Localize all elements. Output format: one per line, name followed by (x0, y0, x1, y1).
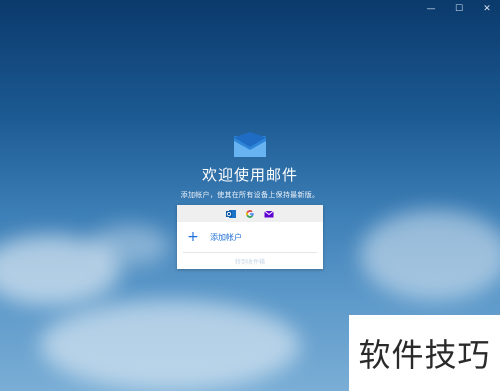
outlook-icon (226, 209, 236, 219)
divider (183, 252, 317, 253)
go-to-inbox-button[interactable]: 转到收件箱 (177, 257, 323, 266)
close-button[interactable]: ✕ (480, 4, 494, 14)
mail-welcome-screen: { "window": { "controls": { "minimize_gl… (0, 0, 500, 391)
add-account-button[interactable]: + 添加帐户 (177, 222, 323, 252)
welcome-title: 欢迎使用邮件 (201, 166, 298, 184)
window-controls: — ☐ ✕ (424, 4, 494, 14)
yahoo-mail-icon (264, 209, 274, 219)
cloud-decoration (40, 300, 300, 390)
watermark-text: 软件技巧 (358, 336, 491, 374)
plus-icon: + (187, 229, 199, 245)
cloud-decoration (90, 225, 170, 265)
google-icon (245, 209, 255, 219)
minimize-button[interactable]: — (424, 4, 438, 14)
add-account-label: 添加帐户 (210, 232, 242, 242)
mail-envelope-icon (234, 132, 266, 157)
maximize-button[interactable]: ☐ (452, 4, 466, 14)
provider-strip (177, 205, 323, 222)
watermark: 软件技巧 (349, 315, 500, 391)
welcome-subtitle: 添加帐户，使其在所有设备上保持最新版。 (180, 191, 320, 199)
account-card: + 添加帐户 转到收件箱 (177, 205, 323, 269)
cloud-decoration (360, 210, 500, 300)
